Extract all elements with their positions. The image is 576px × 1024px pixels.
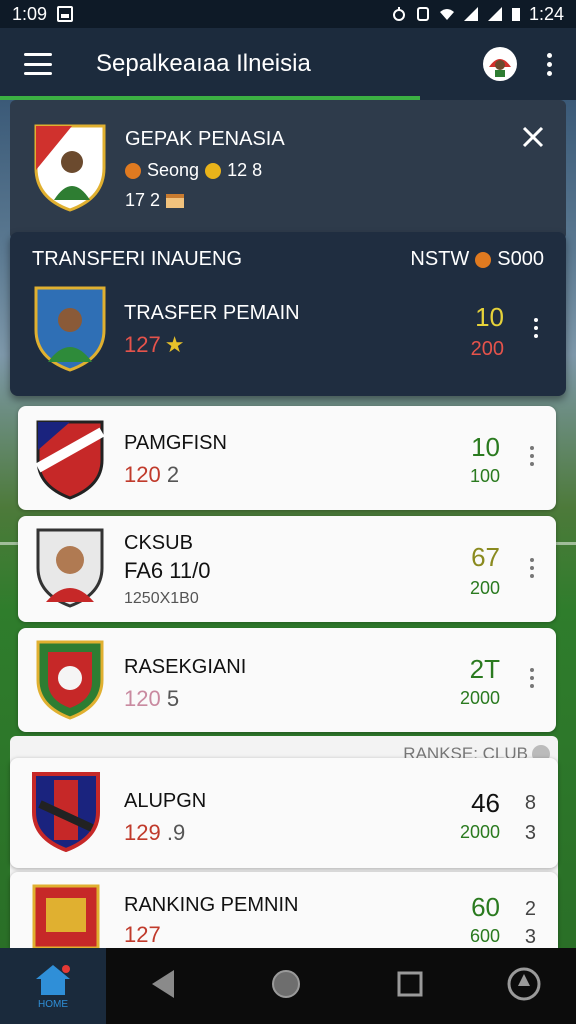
list-item-more-icon[interactable] bbox=[530, 446, 534, 466]
status-time-left: 1:09 bbox=[12, 3, 48, 24]
cake-icon bbox=[166, 193, 185, 208]
transfer-right-label: NSTW bbox=[410, 248, 470, 270]
bottom-nav: HOME bbox=[0, 948, 576, 1024]
transfer-player-rating: 127 bbox=[124, 332, 161, 357]
nav-home-label: HOME bbox=[38, 998, 68, 1010]
list-item-rating: 120 bbox=[124, 686, 161, 711]
stat2-value: 17 2 bbox=[125, 190, 161, 210]
stat1-label: Seong bbox=[147, 160, 200, 180]
list-item-rating: 120 bbox=[124, 462, 161, 487]
transfer-right-value: S000 bbox=[497, 248, 544, 270]
player-shield-icon bbox=[34, 286, 106, 372]
wifi-icon bbox=[439, 9, 454, 20]
home-icon bbox=[36, 964, 70, 995]
coin-icon bbox=[205, 162, 222, 179]
status-time-right: 1:24 bbox=[528, 3, 564, 24]
list-item-name: RASEKGIANI bbox=[124, 656, 247, 678]
list-item-value-top: 67 bbox=[471, 542, 500, 572]
battery-icon bbox=[511, 8, 520, 21]
signal-icon-2 bbox=[487, 7, 502, 21]
transfer-value-bottom: 200 bbox=[470, 338, 504, 360]
alarm-icon bbox=[392, 7, 405, 21]
list-item-count: 2 bbox=[166, 462, 180, 487]
transfer-player-name: TRASFER PEMAIN bbox=[124, 302, 300, 324]
list-item-value-top: 2T bbox=[469, 654, 500, 684]
vibrate-icon bbox=[416, 7, 429, 21]
avatar[interactable] bbox=[483, 47, 517, 81]
player-stat-row-2: 17 2 bbox=[125, 190, 185, 211]
coin-icon bbox=[125, 162, 141, 179]
club-crest-icon bbox=[36, 640, 104, 720]
list-item-sub: 127 bbox=[124, 922, 161, 948]
coin-icon bbox=[475, 251, 492, 268]
app-title: Sepalkeaıaa Ilneisia bbox=[96, 50, 311, 77]
list-item-name: ALUPGN bbox=[124, 790, 207, 812]
list-item-name: CKSUB bbox=[124, 532, 193, 554]
list-item-line2: FA6 11/0 bbox=[124, 558, 211, 583]
transfer-panel: TRANSFERI INAUENG NSTW S000 TRASFER PEMA… bbox=[10, 232, 566, 396]
player-stat-row-1: Seong 12 8 bbox=[125, 160, 262, 181]
list-item-more-icon[interactable] bbox=[530, 668, 534, 688]
close-icon[interactable] bbox=[522, 126, 544, 148]
player-name: GEPAK PENASIA bbox=[125, 128, 285, 150]
list-item[interactable]: RANKING PEMNIN 127 60 600 2 3 bbox=[10, 872, 558, 948]
list-item-col2-bottom: 3 bbox=[524, 926, 536, 948]
home-circle-icon[interactable] bbox=[270, 968, 302, 1000]
transfer-player-sub: 127 ★ bbox=[124, 332, 184, 358]
list-item[interactable]: ALUPGN 129 .9 46 2000 8 3 bbox=[10, 758, 558, 868]
list-item-value-bottom: 2000 bbox=[459, 688, 500, 708]
nav-home[interactable]: HOME bbox=[0, 948, 106, 1024]
back-icon[interactable] bbox=[150, 968, 176, 1000]
club-crest-icon bbox=[35, 420, 105, 500]
club-crest-icon bbox=[34, 124, 106, 212]
status-bar: 1:09 1:24 bbox=[0, 0, 576, 28]
list-item-col2-top: 2 bbox=[524, 898, 536, 920]
stat1-value: 12 8 bbox=[227, 160, 263, 180]
app-bar: Sepalkeaıaa Ilneisia bbox=[0, 28, 576, 100]
list-item-name: PAMGFISN bbox=[124, 432, 227, 454]
club-crest-icon bbox=[32, 772, 100, 852]
transfer-balance: NSTW S000 bbox=[410, 248, 544, 271]
list-item-count: 5 bbox=[166, 686, 180, 711]
list-item-value-top: 46 bbox=[471, 788, 500, 818]
hamburger-menu-icon[interactable] bbox=[24, 53, 52, 75]
transfer-more-icon[interactable] bbox=[534, 318, 538, 338]
list-item-value-bottom: 100 bbox=[469, 466, 500, 486]
club-crest-icon bbox=[32, 884, 100, 948]
list-item-value-bottom: 2000 bbox=[459, 822, 500, 842]
list-item-more-icon[interactable] bbox=[530, 558, 534, 578]
list-item[interactable]: PAMGFISN 120 2 10 100 bbox=[18, 406, 556, 510]
list-item-value-top: 60 bbox=[471, 892, 500, 922]
player-photo-icon bbox=[36, 528, 104, 608]
assistant-icon[interactable] bbox=[506, 966, 542, 1002]
recents-icon[interactable] bbox=[396, 970, 424, 998]
list-item-sub: 120 2 bbox=[124, 462, 179, 488]
list-item[interactable]: RASEKGIANI 120 5 2T 2000 bbox=[18, 628, 556, 732]
screenshot-icon bbox=[57, 6, 74, 22]
transfer-title: TRANSFERI INAUENG bbox=[32, 248, 243, 270]
list-item-rating: 129 bbox=[124, 820, 161, 845]
player-card[interactable]: GEPAK PENASIA Seong 12 8 17 2 bbox=[10, 100, 566, 240]
list-item-line3: 1250X1B0 bbox=[124, 590, 199, 607]
list-item-col2-top: 8 bbox=[524, 792, 536, 814]
list-item-sub: 129 .9 bbox=[124, 820, 185, 846]
transfer-value-top: 10 bbox=[475, 302, 504, 332]
list-item-value-top: 10 bbox=[471, 432, 500, 462]
list-item-value-bottom: 600 bbox=[469, 926, 500, 946]
list-item-sub: 120 5 bbox=[124, 686, 179, 712]
list-item-rating: 127 bbox=[124, 922, 161, 947]
list-item-value-bottom: 200 bbox=[469, 578, 500, 598]
list-item-col2-bottom: 3 bbox=[524, 822, 536, 844]
list-item-count: .9 bbox=[166, 820, 186, 845]
overflow-menu-icon[interactable] bbox=[547, 52, 552, 76]
star-icon: ★ bbox=[164, 332, 185, 357]
list-item[interactable]: CKSUB FA6 11/0 1250X1B0 67 200 bbox=[18, 516, 556, 622]
signal-icon bbox=[463, 7, 478, 21]
list-item-name: RANKING PEMNIN bbox=[124, 894, 299, 916]
